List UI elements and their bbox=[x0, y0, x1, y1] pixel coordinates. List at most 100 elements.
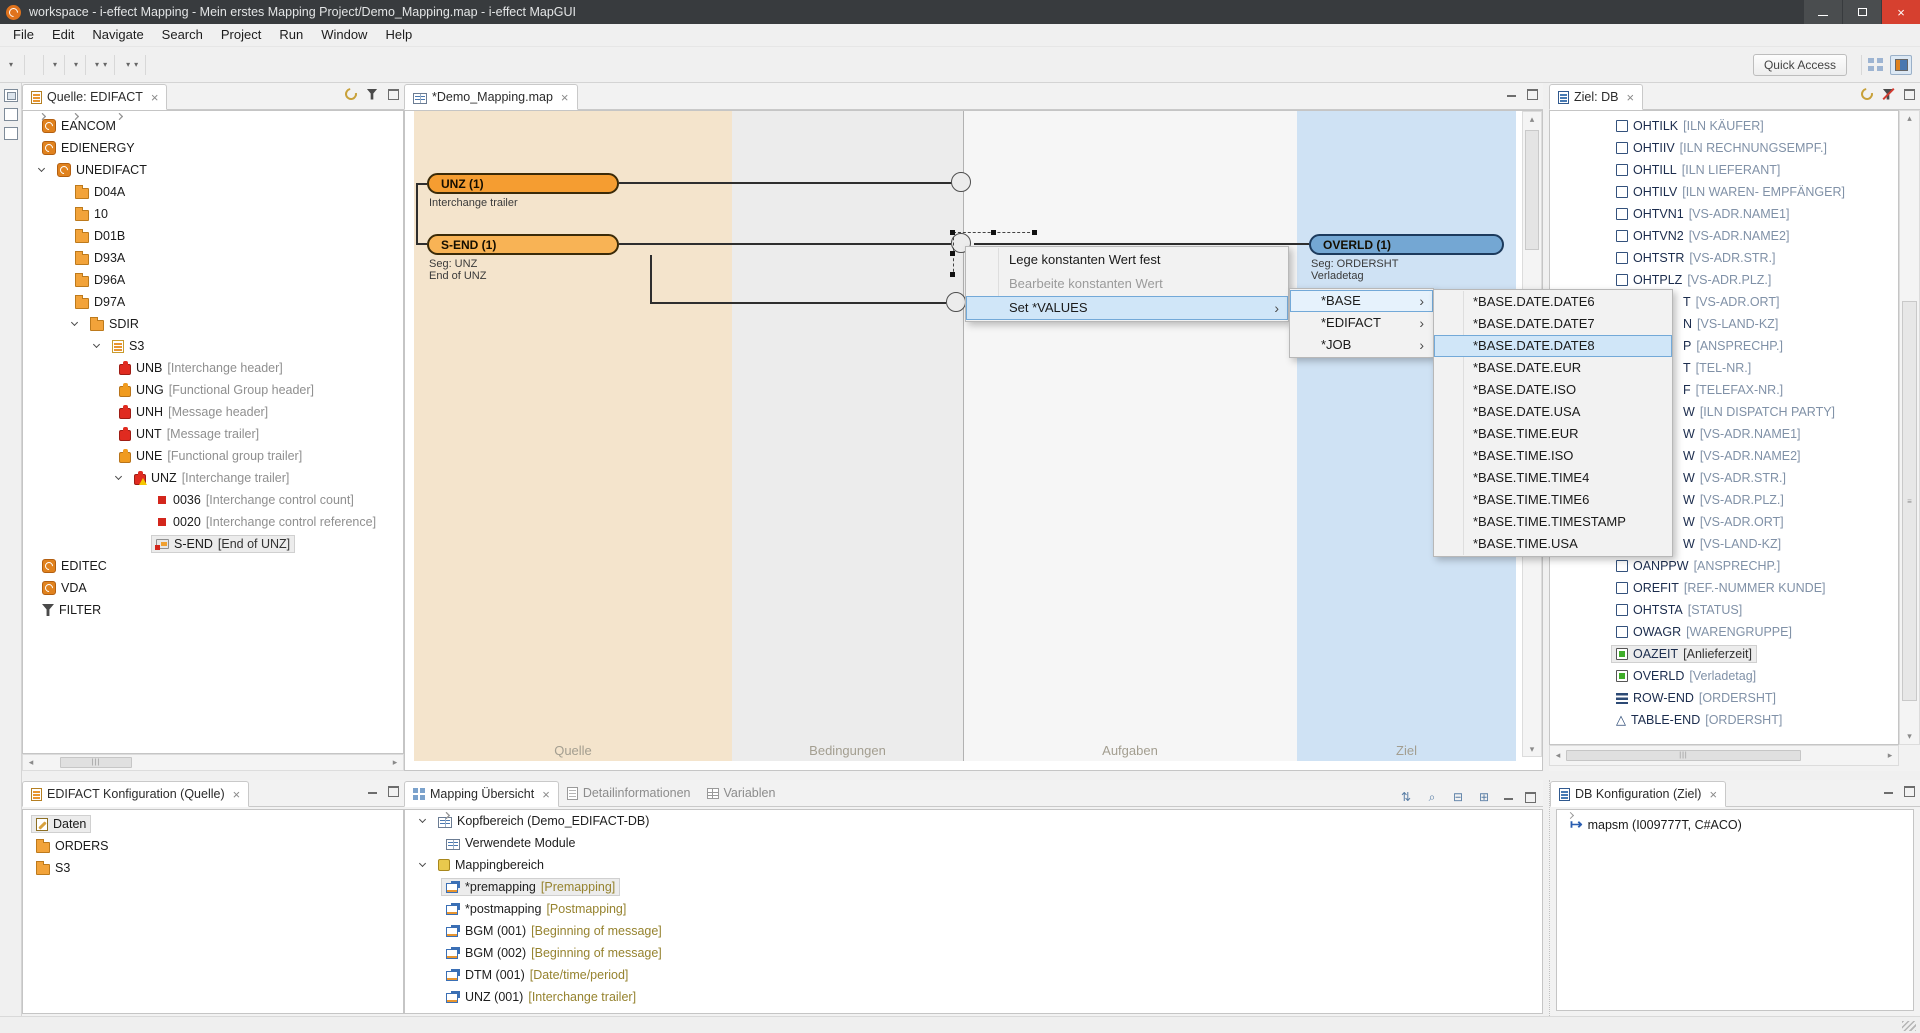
chevron-icon[interactable] bbox=[136, 538, 148, 550]
tree-item[interactable]: S-END[End of UNZ] bbox=[23, 533, 403, 555]
tree-item[interactable]: OREFIT[REF.-NUMMER KUNDE] bbox=[1550, 577, 1898, 599]
close-icon[interactable]: × bbox=[233, 787, 241, 802]
chevron-icon[interactable] bbox=[92, 340, 104, 352]
tab-ziel-db[interactable]: Ziel: DB × bbox=[1549, 84, 1643, 110]
toolbar-button[interactable] bbox=[114, 55, 115, 75]
cb-icon[interactable] bbox=[1616, 560, 1628, 572]
submenu-item[interactable]: *BASE.DATE.EUR bbox=[1434, 357, 1672, 379]
tree-item[interactable]: UNZ (001)[Interchange trailer] bbox=[405, 986, 1542, 1008]
minimized-outline-icon[interactable] bbox=[4, 127, 18, 140]
filter-icon[interactable] bbox=[365, 87, 379, 101]
context-menu-item[interactable]: Set *VALUES bbox=[966, 296, 1288, 320]
scroll-left-icon[interactable]: ◂ bbox=[23, 757, 39, 768]
submenu-item[interactable]: *BASE.TIME.EUR bbox=[1434, 423, 1672, 445]
tree-item[interactable]: ROW-END[ORDERSHT] bbox=[1550, 687, 1898, 709]
cb-icon[interactable] bbox=[1616, 252, 1628, 264]
dropdown-caret-icon[interactable]: ▾ bbox=[126, 60, 130, 69]
scrollbar-thumb[interactable] bbox=[1525, 130, 1539, 250]
scrollbar-thumb[interactable]: ||| bbox=[60, 757, 132, 768]
maximize-view-icon[interactable] bbox=[1902, 87, 1916, 101]
chevron-icon[interactable] bbox=[136, 516, 148, 528]
tree-item[interactable]: D01B bbox=[23, 225, 403, 247]
maximize-view-icon[interactable] bbox=[1523, 790, 1537, 804]
mapping-perspective-icon[interactable] bbox=[1890, 55, 1912, 75]
tree-item[interactable]: OHTILV[ILN WAREN- EMPFÄNGER] bbox=[1550, 181, 1898, 203]
close-button[interactable]: × bbox=[1882, 0, 1920, 24]
connection-point[interactable] bbox=[951, 172, 971, 192]
chevron-icon[interactable] bbox=[136, 494, 148, 506]
maximize-view-icon[interactable] bbox=[386, 784, 400, 798]
toolbar-button[interactable] bbox=[85, 55, 86, 75]
submenu-item[interactable]: *BASE.DATE.DATE6 bbox=[1434, 291, 1672, 313]
rowend-icon[interactable] bbox=[1616, 693, 1628, 704]
maximize-view-icon[interactable] bbox=[1902, 784, 1916, 798]
tree-item[interactable]: Mappingbereich bbox=[405, 854, 1542, 876]
toolbar-button[interactable] bbox=[43, 55, 44, 75]
dropdown-caret-icon[interactable]: ▾ bbox=[74, 60, 78, 69]
tree-item[interactable]: VDA bbox=[23, 577, 403, 599]
toolbar-button[interactable]: ▾ bbox=[132, 53, 138, 77]
resize-grip[interactable] bbox=[1902, 1021, 1916, 1031]
tree-item[interactable]: OANPPW[ANSPRECHP.] bbox=[1550, 555, 1898, 577]
tree-item[interactable]: Kopfbereich (Demo_EDIFACT-DB) bbox=[405, 810, 1542, 832]
toolbar-button[interactable]: ▾ bbox=[72, 53, 78, 77]
toolbar-button[interactable]: ▾ bbox=[7, 53, 13, 77]
menu-item[interactable]: Navigate bbox=[83, 24, 152, 46]
tree-item[interactable]: 0036[Interchange control count] bbox=[23, 489, 403, 511]
tree-item[interactable]: D97A bbox=[23, 291, 403, 313]
tree-item[interactable]: OVERLD[Verladetag] bbox=[1550, 665, 1898, 687]
scroll-left-icon[interactable]: ◂ bbox=[1550, 750, 1566, 761]
tree-item[interactable]: 0020[Interchange control reference] bbox=[23, 511, 403, 533]
cb-icon[interactable] bbox=[1616, 626, 1628, 638]
tree-item[interactable]: OHTSTR[VS-ADR.STR.] bbox=[1550, 247, 1898, 269]
scroll-down-icon[interactable]: ▾ bbox=[1900, 729, 1919, 744]
tree-item[interactable]: OAZEIT[Anlieferzeit] bbox=[1550, 643, 1898, 665]
tree-item[interactable]: OHTVN2[VS-ADR.NAME2] bbox=[1550, 225, 1898, 247]
list-item[interactable]: Daten bbox=[23, 813, 403, 835]
cb-icon[interactable] bbox=[1616, 604, 1628, 616]
tree-item[interactable]: S3 bbox=[23, 335, 403, 357]
maximize-button[interactable] bbox=[1843, 0, 1881, 24]
submenu-item[interactable]: *BASE.TIME.TIME4 bbox=[1434, 467, 1672, 489]
context-menu-item[interactable]: Bearbeite konstanten Wert bbox=[966, 272, 1288, 296]
horizontal-scrollbar[interactable]: ◂ ||| ▸ bbox=[1549, 745, 1899, 766]
tree-item[interactable]: EDITEC bbox=[23, 555, 403, 577]
scroll-up-icon[interactable]: ▴ bbox=[1900, 111, 1919, 126]
dropdown-caret-icon[interactable]: ▾ bbox=[103, 60, 107, 69]
tree-item[interactable]: FILTER bbox=[23, 599, 403, 621]
tree-item[interactable]: *premapping[Premapping] bbox=[405, 876, 1542, 898]
chevron-icon[interactable] bbox=[418, 859, 430, 871]
tree-item[interactable]: D96A bbox=[23, 269, 403, 291]
maximize-view-icon[interactable] bbox=[1525, 87, 1539, 101]
open-perspective-icon[interactable] bbox=[1868, 58, 1884, 72]
tab-variablen[interactable]: Variablen bbox=[699, 780, 784, 806]
tab-detailinformationen[interactable]: Detailinformationen bbox=[559, 780, 699, 806]
menu-item[interactable]: Window bbox=[312, 24, 376, 46]
minimized-view-icon[interactable] bbox=[4, 108, 18, 121]
chevron-icon[interactable] bbox=[114, 472, 126, 484]
close-icon[interactable]: × bbox=[151, 90, 159, 105]
cb-icon[interactable] bbox=[1616, 208, 1628, 220]
selection-handle[interactable] bbox=[1032, 230, 1037, 235]
submenu-item[interactable]: *BASE.DATE.ISO bbox=[1434, 379, 1672, 401]
tree-item[interactable]: UNEDIFACT bbox=[23, 159, 403, 181]
dropdown-caret-icon[interactable]: ▾ bbox=[9, 60, 13, 69]
submenu-item[interactable]: *BASE bbox=[1290, 290, 1433, 312]
menu-item[interactable]: Project bbox=[212, 24, 270, 46]
tree-item[interactable]: UNH[Message header] bbox=[23, 401, 403, 423]
cb-icon[interactable] bbox=[1616, 582, 1628, 594]
list-item[interactable]: mapsm (I009777T, C#ACO) bbox=[1557, 814, 1913, 836]
tree-item[interactable]: OHTILK[ILN KÄUFER] bbox=[1550, 115, 1898, 137]
list-item[interactable]: ORDERS bbox=[23, 835, 403, 857]
dropdown-caret-icon[interactable]: ▾ bbox=[134, 60, 138, 69]
tree-item[interactable]: TABLE-END[ORDERSHT] bbox=[1550, 709, 1898, 731]
close-icon[interactable]: × bbox=[542, 787, 550, 802]
link-with-editor-icon[interactable] bbox=[1860, 87, 1874, 101]
menu-item[interactable]: Search bbox=[153, 24, 212, 46]
submenu-item[interactable]: *BASE.TIME.TIMESTAMP bbox=[1434, 511, 1672, 533]
tab-demo-mapping[interactable]: *Demo_Mapping.map × bbox=[404, 84, 578, 110]
chevron-icon[interactable] bbox=[418, 815, 430, 827]
connection-point[interactable] bbox=[946, 292, 966, 312]
menu-item[interactable]: Edit bbox=[43, 24, 83, 46]
submenu-item[interactable]: *BASE.TIME.USA bbox=[1434, 533, 1672, 555]
